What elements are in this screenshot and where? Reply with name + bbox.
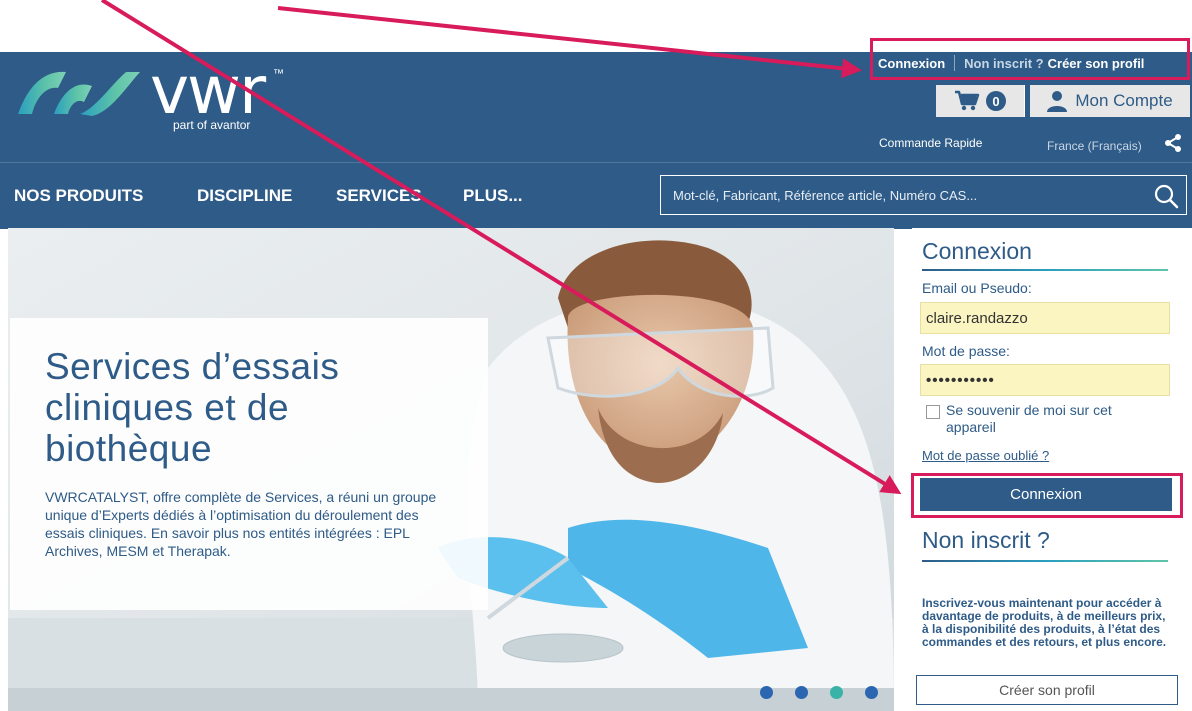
search-icon[interactable]: [1152, 182, 1180, 210]
annotation-highlight-login-button: [911, 473, 1183, 518]
email-field[interactable]: [920, 302, 1170, 334]
hero-title[interactable]: Services d’essais cliniques et de biothè…: [45, 346, 455, 469]
carousel-dot[interactable]: [795, 686, 808, 699]
hero-description: VWRCATALYST, offre complète de Services,…: [45, 489, 437, 559]
register-description: Inscrivez-vous maintenant pour accéder à…: [922, 596, 1167, 649]
search-bar: [660, 175, 1187, 215]
password-label: Mot de passe:: [922, 343, 1010, 359]
remember-me-checkbox[interactable]: [926, 405, 940, 419]
my-account-label: Mon Compte: [1075, 91, 1173, 110]
carousel-dot-active[interactable]: [830, 686, 843, 699]
my-account-button[interactable]: Mon Compte: [1030, 85, 1190, 117]
register-title-rule: [922, 560, 1168, 562]
vwr-logo-text[interactable]: vwr: [150, 58, 266, 124]
login-title-rule: [922, 269, 1168, 271]
carousel-dot[interactable]: [865, 686, 878, 699]
nav-more[interactable]: PLUS...: [463, 186, 523, 206]
cart-button[interactable]: 0: [936, 85, 1025, 117]
carousel-dot[interactable]: [760, 686, 773, 699]
logo-trademark: ™: [273, 68, 284, 80]
nav-services[interactable]: SERVICES: [336, 186, 422, 206]
cart-icon: [955, 90, 980, 111]
remember-me-label: Se souvenir de moi sur cet appareil: [946, 402, 1112, 435]
cart-count-badge: 0: [986, 91, 1006, 111]
locale-selector[interactable]: France (Français): [1047, 139, 1142, 153]
carousel-indicators: [760, 686, 878, 699]
password-field[interactable]: [920, 364, 1170, 396]
create-profile-button[interactable]: Créer son profil: [916, 675, 1178, 705]
user-icon: [1047, 91, 1068, 112]
email-label: Email ou Pseudo:: [922, 280, 1032, 296]
nav-products[interactable]: NOS PRODUITS: [14, 186, 143, 206]
vwr-logo-wave-icon[interactable]: [14, 66, 144, 118]
search-input[interactable]: [673, 176, 1133, 214]
logo-tagline: part of avantor: [173, 118, 251, 132]
annotation-highlight-top-links: [870, 38, 1190, 80]
login-title: Connexion: [922, 238, 1032, 264]
nav-discipline[interactable]: DISCIPLINE: [197, 186, 292, 206]
quick-order-link[interactable]: Commande Rapide: [879, 136, 982, 150]
register-title: Non inscrit ?: [922, 527, 1050, 553]
forgot-password-link[interactable]: Mot de passe oublié ?: [922, 448, 1049, 463]
share-icon[interactable]: [1164, 134, 1182, 152]
